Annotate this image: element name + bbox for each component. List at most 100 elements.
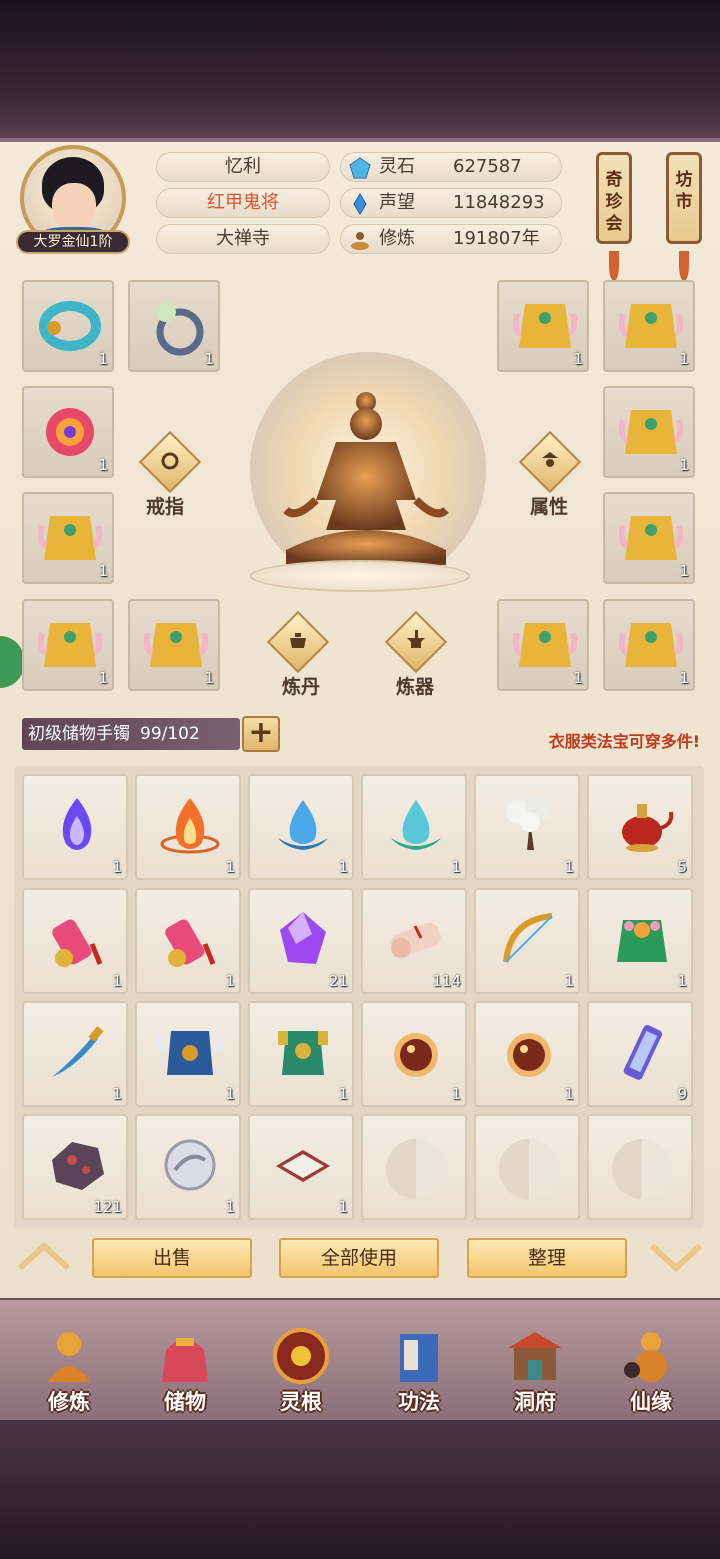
stat-cultivation: 修炼 191807年	[340, 224, 562, 254]
fire-charm-icon	[46, 408, 94, 456]
blue-dagger-icon	[52, 1026, 104, 1077]
taiji-placeholder-icon	[499, 1139, 559, 1199]
inventory-slot[interactable]: 5	[587, 774, 693, 880]
inventory-slot[interactable]: 1	[474, 888, 580, 994]
ring-button[interactable]	[138, 430, 202, 494]
blue-water-orb-icon	[278, 800, 328, 850]
inventory-slot-empty[interactable]	[474, 1114, 580, 1220]
inventory-slot[interactable]: 1	[135, 774, 241, 880]
nav-spirit-root[interactable]: 灵根	[256, 1310, 346, 1420]
alchemy-button[interactable]	[266, 610, 330, 674]
equip-slot-robe-4[interactable]: 1	[497, 280, 589, 372]
golden-robe-icon	[38, 516, 102, 560]
equip-slot-ring[interactable]: 1	[128, 280, 220, 372]
fire-pearl-icon	[507, 1033, 551, 1077]
equip-slot-robe-7[interactable]: 1	[603, 492, 695, 584]
inventory-slot[interactable]: 1	[248, 1114, 354, 1220]
equip-slot-robe-8[interactable]: 1	[497, 599, 589, 691]
market-button[interactable]: 坊市	[666, 152, 702, 281]
treasure-hall-button[interactable]: 奇珍会	[596, 152, 632, 281]
inventory-slot[interactable]: 1	[22, 888, 128, 994]
inventory-slot[interactable]: 1	[135, 1114, 241, 1220]
nav-cave-palace[interactable]: 洞府	[490, 1310, 580, 1420]
inventory-slot-empty[interactable]	[361, 1114, 467, 1220]
spirit-root-icon	[273, 1328, 329, 1384]
expand-bag-button[interactable]: +	[242, 716, 280, 752]
nav-cultivate[interactable]: 修炼	[24, 1310, 114, 1420]
storage-bag-icon	[162, 1338, 208, 1382]
red-teapot-icon	[622, 804, 674, 852]
inventory-slot[interactable]: 114	[361, 888, 467, 994]
inventory-slot[interactable]: 21	[248, 888, 354, 994]
cultivation-icon	[351, 232, 369, 250]
blue-armor-icon	[156, 1031, 224, 1075]
golden-robe-icon	[619, 304, 683, 348]
ring-icon	[161, 452, 179, 470]
jade-bracelet-icon	[39, 301, 101, 351]
sell-button[interactable]: 出售	[92, 1238, 252, 1278]
technique-book-icon	[400, 1334, 438, 1382]
sort-button[interactable]: 整理	[467, 1238, 627, 1278]
inventory-slot-empty[interactable]	[587, 1114, 693, 1220]
purple-talisman-icon	[623, 1025, 663, 1080]
white-blossom-tree-icon	[506, 795, 551, 850]
green-armor-icon	[278, 1031, 328, 1075]
equip-slot-robe-3[interactable]: 1	[128, 599, 220, 691]
fire-flame-icon	[160, 798, 220, 854]
equip-slot-robe-6[interactable]: 1	[603, 386, 695, 478]
forge-button[interactable]	[384, 610, 448, 674]
meditating-silhouette-icon	[283, 392, 449, 565]
golden-robe-icon	[144, 623, 208, 667]
equip-slot-charm[interactable]: 1	[22, 386, 114, 478]
inventory-slot[interactable]: 121	[22, 1114, 128, 1220]
silver-disc-icon	[164, 1139, 216, 1191]
page-down-arrow-icon[interactable]	[646, 1236, 706, 1276]
equip-hint: 衣服类法宝可穿多件!	[548, 732, 700, 751]
stat-spirit-stone: 灵石 627587	[340, 152, 562, 182]
golden-robe-icon	[513, 623, 577, 667]
alchemy-label: 炼丹	[282, 676, 321, 698]
golden-robe-icon	[619, 623, 683, 667]
equip-slot-robe-9[interactable]: 1	[603, 599, 695, 691]
green-water-orb-icon	[391, 800, 441, 850]
ring-label: 戒指	[146, 496, 185, 518]
attribute-button[interactable]	[518, 430, 582, 494]
player-sect: 大禅寺	[156, 224, 330, 254]
inventory-slot[interactable]: 1	[22, 1001, 128, 1107]
inventory-slot[interactable]: 1	[474, 1001, 580, 1107]
nav-technique[interactable]: 功法	[374, 1310, 464, 1420]
purple-crystal-icon	[280, 912, 326, 964]
nav-storage[interactable]: 储物	[140, 1310, 230, 1420]
fire-pearl-icon	[394, 1033, 438, 1077]
equip-slot-robe-2[interactable]: 1	[22, 599, 114, 691]
inventory-slot[interactable]: 1	[361, 774, 467, 880]
equip-slot-robe-5[interactable]: 1	[603, 280, 695, 372]
green-flower-robe-icon	[617, 920, 667, 962]
golden-robe-icon	[619, 516, 683, 560]
equip-slot-robe-1[interactable]: 1	[22, 492, 114, 584]
bag-capacity-bar: 初级储物手镯 99/102	[22, 718, 240, 750]
bottom-frame	[0, 1420, 720, 1559]
inventory-slot[interactable]: 1	[361, 1001, 467, 1107]
inventory-slot[interactable]: 1	[135, 1001, 241, 1107]
inventory-slot[interactable]: 1	[587, 888, 693, 994]
inventory-slot[interactable]: 1	[474, 774, 580, 880]
inventory-slot[interactable]: 1	[248, 1001, 354, 1107]
forge-label: 炼器	[396, 676, 435, 698]
immortal-gourd-icon	[624, 1332, 667, 1382]
taiji-placeholder-icon	[386, 1139, 446, 1199]
inventory-slot[interactable]: 1	[22, 774, 128, 880]
top-frame	[0, 0, 720, 140]
purple-flame-icon	[62, 798, 92, 850]
equip-slot-bracelet[interactable]: 1	[22, 280, 114, 372]
use-all-button[interactable]: 全部使用	[279, 1238, 439, 1278]
silver-ring-icon	[156, 302, 204, 356]
bag-capacity: 99/102	[140, 724, 200, 744]
golden-robe-icon	[619, 410, 683, 454]
inventory-slot[interactable]: 1	[248, 774, 354, 880]
nav-immortal-fate[interactable]: 仙缘	[606, 1310, 696, 1420]
inventory-slot[interactable]: 9	[587, 1001, 693, 1107]
page-up-arrow-icon[interactable]	[14, 1236, 74, 1276]
stat-reputation: 声望 11848293	[340, 188, 562, 218]
inventory-slot[interactable]: 1	[135, 888, 241, 994]
